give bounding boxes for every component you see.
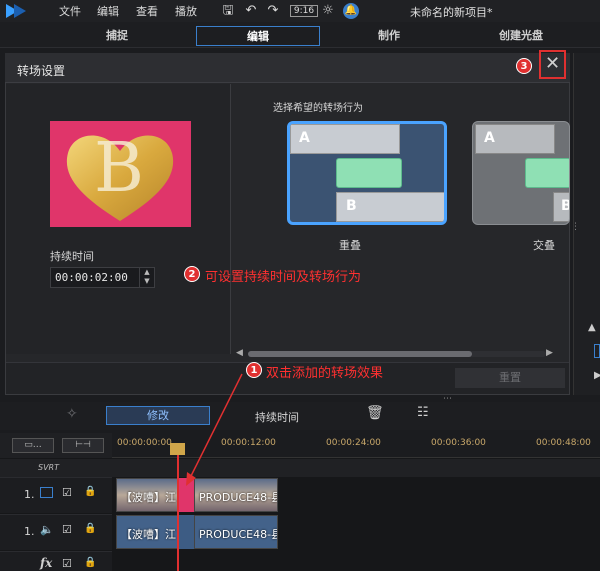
clip-list-icon[interactable]: ☷ <box>417 405 429 420</box>
transition-preview: B <box>50 121 191 227</box>
settings-icon[interactable]: ☼ <box>320 3 336 19</box>
close-button[interactable]: ✕ <box>539 50 566 79</box>
transition-bar <box>336 158 402 188</box>
reset-button[interactable]: 重置 <box>455 368 565 388</box>
duration-label: 持续时间 <box>50 250 94 263</box>
clip-b-letter: B <box>346 198 357 214</box>
track-number: 1. <box>24 525 35 538</box>
preview-letter: B <box>94 129 144 208</box>
panel-resize-handle[interactable]: ⋮ <box>571 222 580 232</box>
audio-clip[interactable]: PRODUCE48-县 <box>194 515 278 549</box>
tab-create-disc[interactable]: 创建光盘 <box>459 26 583 46</box>
tick-label: 00:00:24:00 <box>326 438 381 448</box>
behavior-cross-card[interactable]: A B <box>472 121 570 225</box>
tick-label: 00:00:36:00 <box>431 438 486 448</box>
menu-edit[interactable]: 编辑 <box>97 3 119 19</box>
panel-arrow-icon[interactable]: ▶ <box>594 370 600 381</box>
menu-view[interactable]: 查看 <box>136 3 158 19</box>
notification-icon[interactable]: 🔔 <box>343 3 359 19</box>
panel-tab[interactable] <box>594 344 600 358</box>
dialog-header <box>5 53 570 83</box>
svrt-row <box>0 459 600 477</box>
tab-edit[interactable]: 编辑 <box>196 26 320 46</box>
svrt-label: SVRT <box>38 463 59 472</box>
lock-icon[interactable]: 🔒 <box>84 557 96 568</box>
playhead[interactable] <box>177 445 179 571</box>
duration-stepper[interactable]: ▲ ▼ <box>139 268 154 287</box>
tick-label: 00:00:48:00 <box>536 438 591 448</box>
clip-a-letter: A <box>484 130 495 146</box>
audio-transition <box>178 515 194 549</box>
clip-a-letter: A <box>299 130 310 146</box>
tab-produce[interactable]: 制作 <box>327 26 451 46</box>
chevron-down-icon[interactable]: ▼ <box>144 277 149 285</box>
transition-bar <box>525 158 569 188</box>
redo-icon[interactable]: ↷ <box>265 3 281 19</box>
track-manager-button[interactable]: ▭… <box>12 438 54 453</box>
annotation-text-2: 可设置持续时间及转场行为 <box>205 270 362 285</box>
project-title: 未命名的新项目* <box>410 6 493 19</box>
behavior-prompt: 选择希望的转场行为 <box>273 103 363 114</box>
magic-wand-icon[interactable]: ✧ <box>66 406 78 422</box>
chevron-up-icon[interactable]: ▲ <box>144 268 149 276</box>
track-number: 1. <box>24 488 35 501</box>
video-clip[interactable]: 【波嘈】江 <box>116 478 178 512</box>
audio-clip[interactable]: 【波嘈】江 <box>116 515 178 549</box>
video-track-icon <box>40 487 53 498</box>
clip-b-letter: B <box>561 198 569 214</box>
expand-icon[interactable]: ▲ <box>588 322 596 333</box>
tick-label: 00:00:00:00 <box>117 438 172 448</box>
annotation-badge-2: 2 <box>184 266 200 282</box>
behavior-cross-label: 交叠 <box>533 239 555 252</box>
undo-icon[interactable]: ↶ <box>243 3 259 19</box>
pane-divider <box>230 84 231 354</box>
track-enable-checkbox[interactable]: ☑ <box>62 486 72 499</box>
aspect-ratio-icon[interactable]: 9:16 <box>290 5 318 17</box>
menu-file[interactable]: 文件 <box>59 3 81 19</box>
tab-capture[interactable]: 捕捉 <box>55 26 179 46</box>
track-enable-checkbox[interactable]: ☑ <box>62 523 72 536</box>
app-logo-icon <box>6 4 26 18</box>
behavior-overlap-label: 重叠 <box>339 239 361 252</box>
fit-timeline-button[interactable]: ⊢⊣ <box>62 438 104 453</box>
trash-icon[interactable]: 🗑 <box>366 405 384 421</box>
menu-play[interactable]: 播放 <box>175 3 197 19</box>
annotation-arrow <box>186 373 243 486</box>
fx-icon: fx <box>40 556 53 570</box>
track-enable-checkbox[interactable]: ☑ <box>62 557 72 570</box>
duration-button[interactable]: 持续时间 <box>255 409 299 425</box>
lock-icon[interactable]: 🔒 <box>84 523 96 534</box>
close-icon: ✕ <box>544 53 561 74</box>
save-icon[interactable]: 🖫 <box>220 3 236 19</box>
scrollbar-thumb[interactable] <box>248 351 472 357</box>
behavior-overlap-card[interactable]: A B <box>287 121 447 225</box>
annotation-badge-3: 3 <box>516 58 532 74</box>
scroll-right-icon[interactable]: ▶ <box>546 348 553 358</box>
audio-track-icon: 🔈 <box>40 523 54 536</box>
lock-icon[interactable]: 🔒 <box>84 486 96 497</box>
annotation-badge-1: 1 <box>246 362 262 378</box>
dialog-title: 转场设置 <box>17 64 66 78</box>
scroll-left-icon[interactable]: ◀ <box>236 348 243 358</box>
edit-toolbar <box>0 402 600 430</box>
annotation-text-1: 双击添加的转场效果 <box>266 366 384 381</box>
